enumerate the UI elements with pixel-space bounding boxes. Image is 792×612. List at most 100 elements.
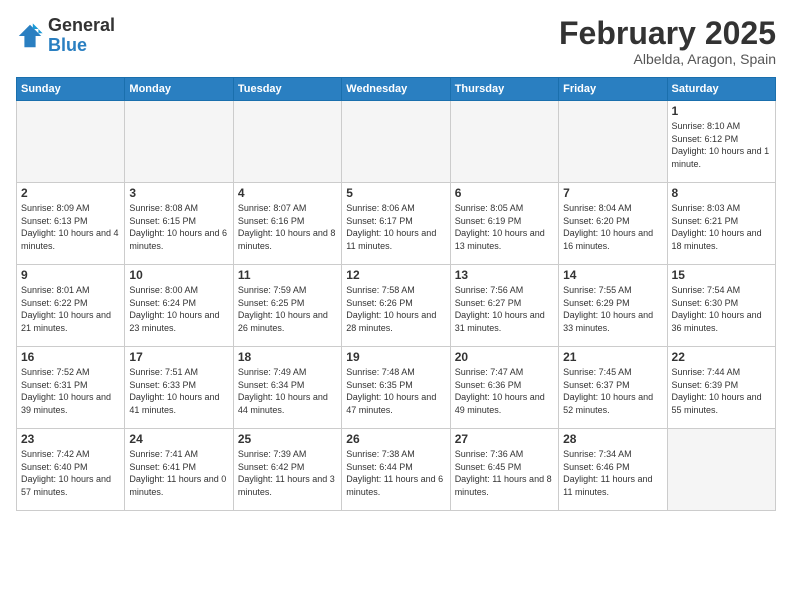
calendar-cell: 19 Sunrise: 7:48 AM Sunset: 6:35 PM Dayli… [342, 347, 450, 429]
header-friday: Friday [559, 78, 667, 101]
calendar-cell: 5Sunrise: 8:06 AM Sunset: 6:17 PM Daylig… [342, 183, 450, 265]
day-info: Sunrise: 8:08 AM Sunset: 6:15 PM Dayligh… [129, 202, 228, 252]
day-info: Sunrise: 8:00 AM Sunset: 6:24 PM Dayligh… [129, 284, 228, 334]
calendar-week-row: 9 Sunrise: 8:01 AM Sunset: 6:22 PM Daylig… [17, 265, 776, 347]
calendar-cell: 23Sunrise: 7:42 AM Sunset: 6:40 PM Dayli… [17, 429, 125, 511]
calendar-cell: 24 Sunrise: 7:41 AM Sunset: 6:41 PM Dayli… [125, 429, 233, 511]
header: General Blue February 2025 Albelda, Arag… [16, 16, 776, 67]
calendar-body: 1 Sunrise: 8:10 AM Sunset: 6:12 PM Daylig… [17, 101, 776, 511]
day-number: 12 [346, 268, 445, 282]
calendar-cell [667, 429, 775, 511]
day-number: 22 [672, 350, 771, 364]
day-number: 1 [672, 104, 771, 118]
day-number: 17 [129, 350, 228, 364]
logo-general-text: General [48, 16, 115, 36]
day-info: Sunrise: 7:39 AM Sunset: 6:42 PM Dayligh… [238, 448, 337, 498]
day-info: Sunrise: 7:58 AM Sunset: 6:26 PM Dayligh… [346, 284, 445, 334]
day-number: 20 [455, 350, 554, 364]
header-saturday: Saturday [667, 78, 775, 101]
logo-text: General Blue [48, 16, 115, 56]
header-monday: Monday [125, 78, 233, 101]
day-number: 18 [238, 350, 337, 364]
day-number: 11 [238, 268, 337, 282]
day-info: Sunrise: 8:05 AM Sunset: 6:19 PM Dayligh… [455, 202, 554, 252]
calendar-week-row: 1 Sunrise: 8:10 AM Sunset: 6:12 PM Daylig… [17, 101, 776, 183]
calendar-cell: 9 Sunrise: 8:01 AM Sunset: 6:22 PM Daylig… [17, 265, 125, 347]
month-title: February 2025 [559, 16, 776, 51]
header-thursday: Thursday [450, 78, 558, 101]
day-number: 8 [672, 186, 771, 200]
day-info: Sunrise: 7:55 AM Sunset: 6:29 PM Dayligh… [563, 284, 662, 334]
day-info: Sunrise: 7:34 AM Sunset: 6:46 PM Dayligh… [563, 448, 662, 498]
calendar-table: Sunday Monday Tuesday Wednesday Thursday… [16, 77, 776, 511]
day-info: Sunrise: 7:59 AM Sunset: 6:25 PM Dayligh… [238, 284, 337, 334]
calendar-cell: 25 Sunrise: 7:39 AM Sunset: 6:42 PM Dayli… [233, 429, 341, 511]
calendar-cell: 11 Sunrise: 7:59 AM Sunset: 6:25 PM Dayli… [233, 265, 341, 347]
logo: General Blue [16, 16, 115, 56]
calendar-cell: 28 Sunrise: 7:34 AM Sunset: 6:46 PM Dayli… [559, 429, 667, 511]
page: General Blue February 2025 Albelda, Arag… [0, 0, 792, 612]
day-info: Sunrise: 7:47 AM Sunset: 6:36 PM Dayligh… [455, 366, 554, 416]
header-wednesday: Wednesday [342, 78, 450, 101]
day-info: Sunrise: 7:56 AM Sunset: 6:27 PM Dayligh… [455, 284, 554, 334]
logo-blue-text: Blue [48, 36, 115, 56]
calendar-week-row: 16 Sunrise: 7:52 AM Sunset: 6:31 PM Dayli… [17, 347, 776, 429]
calendar-cell [125, 101, 233, 183]
calendar-cell: 22Sunrise: 7:44 AM Sunset: 6:39 PM Dayli… [667, 347, 775, 429]
day-number: 16 [21, 350, 120, 364]
day-number: 9 [21, 268, 120, 282]
day-info: Sunrise: 7:41 AM Sunset: 6:41 PM Dayligh… [129, 448, 228, 498]
calendar-cell: 2 Sunrise: 8:09 AM Sunset: 6:13 PM Daylig… [17, 183, 125, 265]
day-info: Sunrise: 8:09 AM Sunset: 6:13 PM Dayligh… [21, 202, 120, 252]
calendar-week-row: 23Sunrise: 7:42 AM Sunset: 6:40 PM Dayli… [17, 429, 776, 511]
day-info: Sunrise: 7:49 AM Sunset: 6:34 PM Dayligh… [238, 366, 337, 416]
calendar-cell [559, 101, 667, 183]
calendar-cell: 20 Sunrise: 7:47 AM Sunset: 6:36 PM Dayli… [450, 347, 558, 429]
day-info: Sunrise: 8:01 AM Sunset: 6:22 PM Dayligh… [21, 284, 120, 334]
day-number: 10 [129, 268, 228, 282]
calendar-cell: 12 Sunrise: 7:58 AM Sunset: 6:26 PM Dayli… [342, 265, 450, 347]
calendar-cell: 18 Sunrise: 7:49 AM Sunset: 6:34 PM Dayli… [233, 347, 341, 429]
calendar-cell [450, 101, 558, 183]
day-info: Sunrise: 8:07 AM Sunset: 6:16 PM Dayligh… [238, 202, 337, 252]
calendar-cell: 7Sunrise: 8:04 AM Sunset: 6:20 PM Daylig… [559, 183, 667, 265]
day-info: Sunrise: 8:04 AM Sunset: 6:20 PM Dayligh… [563, 202, 662, 252]
day-info: Sunrise: 8:03 AM Sunset: 6:21 PM Dayligh… [672, 202, 771, 252]
logo-icon [16, 22, 44, 50]
day-number: 26 [346, 432, 445, 446]
day-info: Sunrise: 7:42 AM Sunset: 6:40 PM Dayligh… [21, 448, 120, 498]
day-number: 2 [21, 186, 120, 200]
day-info: Sunrise: 7:54 AM Sunset: 6:30 PM Dayligh… [672, 284, 771, 334]
day-number: 19 [346, 350, 445, 364]
calendar-cell: 1 Sunrise: 8:10 AM Sunset: 6:12 PM Daylig… [667, 101, 775, 183]
calendar-cell: 17Sunrise: 7:51 AM Sunset: 6:33 PM Dayli… [125, 347, 233, 429]
day-info: Sunrise: 7:52 AM Sunset: 6:31 PM Dayligh… [21, 366, 120, 416]
calendar-cell: 16 Sunrise: 7:52 AM Sunset: 6:31 PM Dayli… [17, 347, 125, 429]
day-number: 13 [455, 268, 554, 282]
day-number: 15 [672, 268, 771, 282]
day-number: 28 [563, 432, 662, 446]
day-number: 14 [563, 268, 662, 282]
title-area: February 2025 Albelda, Aragon, Spain [559, 16, 776, 67]
day-number: 5 [346, 186, 445, 200]
calendar-cell: 10 Sunrise: 8:00 AM Sunset: 6:24 PM Dayli… [125, 265, 233, 347]
calendar-header: Sunday Monday Tuesday Wednesday Thursday… [17, 78, 776, 101]
calendar-cell: 4Sunrise: 8:07 AM Sunset: 6:16 PM Daylig… [233, 183, 341, 265]
calendar-cell: 6 Sunrise: 8:05 AM Sunset: 6:19 PM Daylig… [450, 183, 558, 265]
day-info: Sunrise: 8:10 AM Sunset: 6:12 PM Dayligh… [672, 120, 771, 170]
calendar-cell: 13 Sunrise: 7:56 AM Sunset: 6:27 PM Dayli… [450, 265, 558, 347]
day-number: 3 [129, 186, 228, 200]
day-info: Sunrise: 7:38 AM Sunset: 6:44 PM Dayligh… [346, 448, 445, 498]
day-number: 27 [455, 432, 554, 446]
calendar-cell: 26 Sunrise: 7:38 AM Sunset: 6:44 PM Dayli… [342, 429, 450, 511]
day-number: 6 [455, 186, 554, 200]
day-number: 25 [238, 432, 337, 446]
calendar-cell [17, 101, 125, 183]
header-tuesday: Tuesday [233, 78, 341, 101]
day-info: Sunrise: 7:48 AM Sunset: 6:35 PM Dayligh… [346, 366, 445, 416]
calendar-cell: 14 Sunrise: 7:55 AM Sunset: 6:29 PM Dayli… [559, 265, 667, 347]
calendar-cell [233, 101, 341, 183]
day-number: 24 [129, 432, 228, 446]
calendar-week-row: 2 Sunrise: 8:09 AM Sunset: 6:13 PM Daylig… [17, 183, 776, 265]
day-info: Sunrise: 7:36 AM Sunset: 6:45 PM Dayligh… [455, 448, 554, 498]
